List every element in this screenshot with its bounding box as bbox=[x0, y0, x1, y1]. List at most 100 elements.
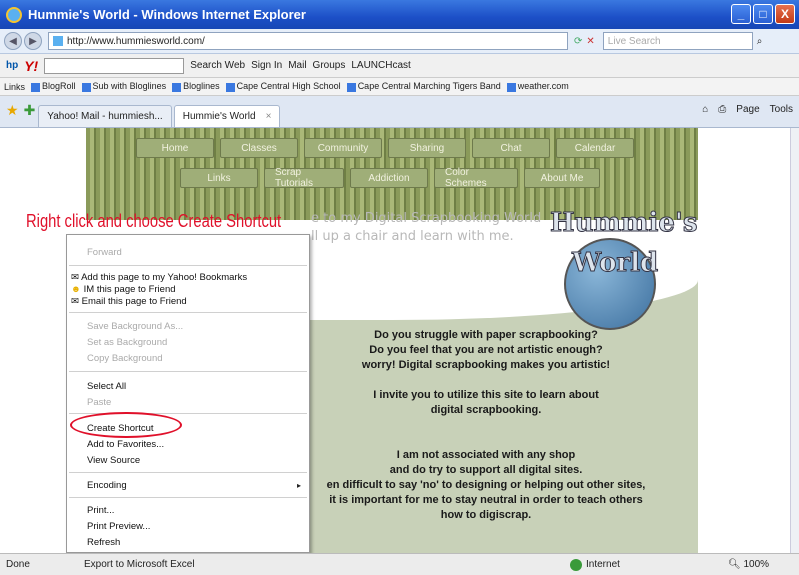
print-icon[interactable]: ⎙ bbox=[718, 104, 726, 115]
menu-separator bbox=[69, 312, 307, 313]
link-item[interactable]: weather.com bbox=[506, 81, 569, 92]
close-button[interactable]: X bbox=[775, 4, 795, 24]
menu-item-print-preview[interactable]: Print Preview... bbox=[87, 521, 150, 532]
menu-item-yahoo-bookmark[interactable]: ✉ Add this page to my Yahoo! Bookmarks bbox=[71, 272, 247, 283]
site-nav-links[interactable]: Links bbox=[180, 168, 258, 188]
instruction-annotation: Right click and choose Create Shortcut bbox=[26, 211, 282, 231]
menu-item-encoding[interactable]: Encoding bbox=[87, 480, 127, 491]
body-line: digital scrapbooking. bbox=[430, 404, 542, 416]
body-line: worry! Digital scrapbooking makes you ar… bbox=[361, 359, 611, 371]
menu-separator bbox=[69, 497, 307, 498]
body-line bbox=[286, 433, 686, 448]
body-line: it is important for me to stay neutral i… bbox=[329, 494, 643, 506]
welcome-text: e to my Digital Scrapbooking World ll up… bbox=[311, 210, 541, 246]
menu-item-export-excel[interactable]: Export to Microsoft Excel bbox=[84, 559, 195, 570]
tools-menu[interactable]: Tools bbox=[770, 104, 793, 115]
welcome-line-2: ll up a chair and learn with me. bbox=[311, 229, 514, 244]
body-line: I invite you to utilize this site to lea… bbox=[373, 389, 599, 401]
ie-logo-icon bbox=[6, 6, 22, 23]
back-button[interactable]: ◀ bbox=[4, 32, 22, 50]
link-item[interactable]: Cape Central Marching Tigers Band bbox=[346, 81, 501, 92]
search-icon[interactable]: ⌕ bbox=[757, 36, 763, 47]
tab-hummies-world[interactable]: Hummie's World × bbox=[173, 105, 281, 127]
menu-item-select-all[interactable]: Select All bbox=[87, 381, 126, 392]
zoom-icon: 🔍︎ bbox=[728, 559, 744, 570]
body-line: how to digiscrap. bbox=[440, 509, 532, 521]
submenu-arrow-icon: ▸ bbox=[296, 481, 301, 490]
links-label: Links bbox=[4, 81, 26, 92]
address-actions: ⟳ ✕ bbox=[574, 36, 595, 47]
tab-bar: ★ ✚ Yahoo! Mail - hummiesh... Hummie's W… bbox=[0, 96, 799, 128]
page-icon bbox=[53, 36, 63, 46]
yahoo-bookmark-icon: ✉ bbox=[71, 272, 82, 283]
forward-button[interactable]: ▶ bbox=[24, 32, 42, 50]
site-nav-chat[interactable]: Chat bbox=[472, 138, 550, 158]
site-nav-color-schemes[interactable]: Color Schemes bbox=[434, 167, 518, 189]
site-nav-addiction[interactable]: Addiction bbox=[350, 168, 428, 188]
menu-separator bbox=[69, 371, 307, 372]
menu-item-print[interactable]: Print... bbox=[87, 505, 114, 516]
menu-item-add-favorites[interactable]: Add to Favorites... bbox=[87, 439, 164, 450]
window-titlebar: Hummie's World - Windows Internet Explor… bbox=[0, 0, 799, 29]
body-line: Do you feel that you are not artistic en… bbox=[369, 344, 603, 356]
site-logo: Hummie's World bbox=[542, 208, 698, 338]
link-item[interactable]: BlogRoll bbox=[31, 81, 76, 92]
link-item[interactable]: Sub with Bloglines bbox=[81, 81, 166, 92]
launchcast-button[interactable]: LAUNCHcast bbox=[351, 60, 410, 71]
window-controls: _ □ X bbox=[731, 4, 795, 24]
home-icon[interactable]: ⌂ bbox=[702, 104, 708, 115]
menu-item-email-friend[interactable]: ✉ Email this page to Friend bbox=[71, 296, 187, 307]
menu-separator bbox=[69, 472, 307, 473]
refresh-icon[interactable]: ⟳ bbox=[574, 36, 582, 47]
site-nav-row-1: Home Classes Community Sharing Chat Cale… bbox=[136, 138, 634, 158]
maximize-button[interactable]: □ bbox=[753, 4, 773, 24]
vertical-scrollbar[interactable] bbox=[790, 128, 799, 553]
menu-item-set-background[interactable]: Set as Background bbox=[87, 337, 167, 348]
live-search-input[interactable]: Live Search bbox=[602, 32, 753, 50]
zoom-level[interactable]: 🔍︎ 100% bbox=[728, 559, 769, 570]
site-nav-scrap-tutorials[interactable]: Scrap Tutorials bbox=[264, 167, 344, 189]
sign-in-button[interactable]: Sign In bbox=[251, 60, 282, 71]
menu-separator bbox=[69, 265, 307, 266]
tab-yahoo-mail[interactable]: Yahoo! Mail - hummiesh... bbox=[38, 105, 172, 127]
menu-item-copy-background[interactable]: Copy Background bbox=[87, 353, 163, 364]
site-nav-about-me[interactable]: About Me bbox=[524, 168, 600, 188]
smiley-icon: ☻ bbox=[71, 284, 84, 295]
yahoo-logo-icon[interactable]: Y! bbox=[24, 58, 38, 74]
status-bar: Done Export to Microsoft Excel Internet … bbox=[0, 553, 799, 575]
link-item[interactable]: Bloglines bbox=[172, 81, 220, 92]
menu-item-view-source[interactable]: View Source bbox=[87, 455, 140, 466]
search-web-button[interactable]: Search Web bbox=[190, 60, 245, 71]
menu-item-refresh[interactable]: Refresh bbox=[87, 537, 120, 548]
site-nav-community[interactable]: Community bbox=[304, 138, 382, 158]
window-title: Hummie's World - Windows Internet Explor… bbox=[28, 7, 306, 22]
stop-icon[interactable]: ✕ bbox=[586, 36, 594, 47]
page-content: Home Classes Community Sharing Chat Cale… bbox=[0, 128, 790, 553]
site-nav-home[interactable]: Home bbox=[136, 138, 214, 158]
menu-item-im-friend[interactable]: ☻ IM this page to Friend bbox=[71, 284, 176, 295]
url-field[interactable]: http://www.hummiesworld.com/ bbox=[48, 32, 568, 50]
hp-icon[interactable]: hp bbox=[6, 60, 18, 71]
highlight-circle bbox=[70, 412, 182, 438]
site-nav-sharing[interactable]: Sharing bbox=[388, 138, 466, 158]
menu-item-forward[interactable]: Forward bbox=[87, 247, 122, 258]
menu-item-paste[interactable]: Paste bbox=[87, 397, 111, 408]
add-favorites-icon[interactable]: ✚ bbox=[24, 102, 36, 119]
body-line: en difficult to say 'no' to designing or… bbox=[326, 479, 646, 491]
body-line bbox=[286, 418, 686, 433]
groups-button[interactable]: Groups bbox=[313, 60, 346, 71]
security-zone: Internet bbox=[570, 558, 620, 571]
url-text: http://www.hummiesworld.com/ bbox=[67, 35, 205, 47]
favorites-star-icon[interactable]: ★ bbox=[6, 102, 19, 119]
close-tab-icon[interactable]: × bbox=[266, 111, 272, 122]
minimize-button[interactable]: _ bbox=[731, 4, 751, 24]
link-item[interactable]: Cape Central High School bbox=[225, 81, 341, 92]
email-icon: ✉ bbox=[71, 296, 82, 307]
yahoo-search-input[interactable] bbox=[44, 57, 185, 74]
site-nav-calendar[interactable]: Calendar bbox=[556, 138, 634, 158]
menu-item-save-background[interactable]: Save Background As... bbox=[87, 321, 183, 332]
page-menu[interactable]: Page bbox=[736, 104, 759, 115]
body-line: Do you struggle with paper scrapbooking? bbox=[374, 329, 598, 341]
site-nav-classes[interactable]: Classes bbox=[220, 138, 298, 158]
mail-button[interactable]: Mail bbox=[288, 60, 306, 71]
